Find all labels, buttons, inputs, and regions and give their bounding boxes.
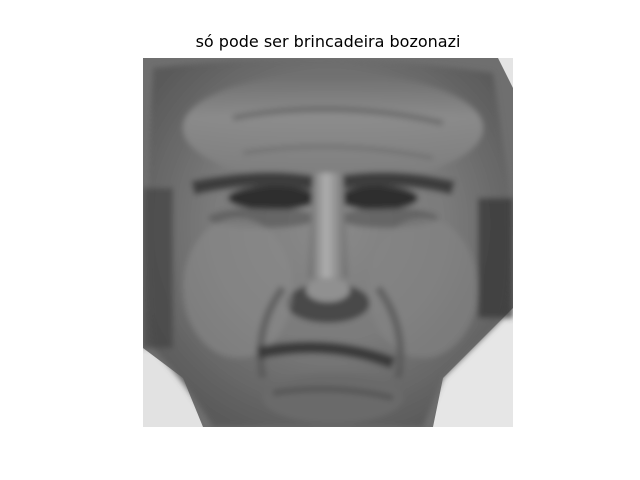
face-image [143, 58, 513, 427]
figure-title: só pode ser brincadeira bozonazi [195, 32, 461, 51]
figure: só pode ser brincadeira bozonazi [0, 0, 640, 480]
face-photo-icon [143, 58, 513, 427]
